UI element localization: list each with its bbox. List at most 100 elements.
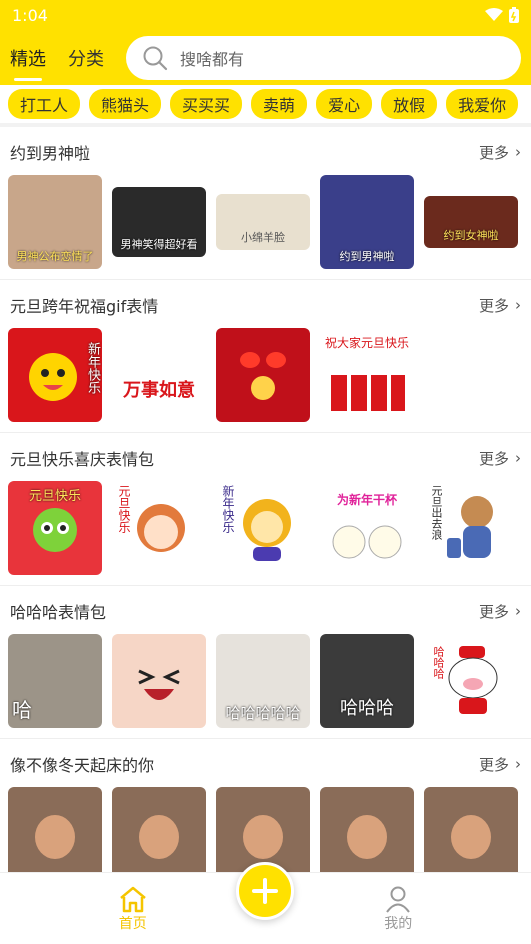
sticker-bear-travel[interactable]: 元旦出去浪 <box>424 481 518 575</box>
chevron-right-icon: › <box>515 602 521 620</box>
battery-icon <box>509 7 519 23</box>
monkey-icon <box>243 499 291 561</box>
sticker-cheers[interactable]: 为新年干杯 <box>320 481 414 575</box>
sticker-caption: 男神笑得超好看 <box>120 238 198 251</box>
status-icons <box>485 7 519 23</box>
face-icon <box>35 815 75 859</box>
sticker-caption: 为新年干杯 <box>336 493 397 507</box>
sticker-cat[interactable]: 男神公布恋情了 <box>8 175 102 269</box>
nav-mine-label: 我的 <box>384 915 413 932</box>
sticker-green-chick[interactable]: 元旦快乐 <box>8 481 102 575</box>
chevron-right-icon: › <box>515 755 521 773</box>
face-icon <box>139 815 179 859</box>
sticker-caption: 哈哈哈 <box>340 698 394 719</box>
more-button[interactable]: 更多 › <box>479 295 521 316</box>
section-title: 像不像冬天起床的你 <box>10 756 155 775</box>
tag-item[interactable]: 我爱你 <box>446 89 519 119</box>
tag-item[interactable]: 爱心 <box>316 89 373 119</box>
thumb-list: 新年快乐 万事如意 祝大家元旦快乐 <box>0 328 531 422</box>
more-label: 更多 <box>478 296 509 315</box>
face-icon <box>347 815 387 859</box>
search-icon <box>143 46 168 70</box>
firecracker-icon <box>331 375 405 411</box>
sticker-man-smile[interactable]: 男神笑得超好看 <box>112 187 206 257</box>
thumb-list: 哈 哈哈哈哈哈 哈哈哈 哈哈哈 <box>0 634 531 728</box>
chevron-right-icon: › <box>515 449 521 467</box>
section-title: 约到男神啦 <box>10 144 91 163</box>
sticker-caption: 哈哈哈哈哈 <box>225 704 301 722</box>
thumb-list: 元旦快乐 元旦快乐 新年快乐 为新年干杯 元旦出去浪 <box>0 481 531 575</box>
tab-category[interactable]: 分类 <box>68 45 104 71</box>
sticker-cartoon-girl[interactable]: 小绵羊脸 <box>216 194 310 250</box>
sticker-bald-man[interactable] <box>424 787 518 881</box>
tab-featured[interactable]: 精选 <box>10 45 46 81</box>
face-icon <box>451 815 491 859</box>
section-header: 元旦跨年祝福gif表情 更多 › <box>0 290 531 320</box>
sticker-cat-scream[interactable]: 哈哈哈哈哈 <box>216 634 310 728</box>
section-newyear-festive: 元旦快乐喜庆表情包 更多 › 元旦快乐 元旦快乐 新年快乐 为新年干杯 元旦出去浪 <box>0 433 531 586</box>
more-label: 更多 <box>478 143 509 162</box>
search-placeholder: 搜啥都有 <box>180 49 245 69</box>
sticker-caption: 新年快乐 <box>221 485 235 533</box>
sticker-yellow-cat[interactable]: 新年快乐 <box>8 328 102 422</box>
sticker-man-dance[interactable]: 约到男神啦 <box>320 175 414 269</box>
sticker-bald-man[interactable] <box>8 787 102 881</box>
chevron-right-icon: › <box>515 296 521 314</box>
nav-mine[interactable]: 我的 <box>358 885 438 933</box>
search-input[interactable]: 搜啥都有 <box>126 35 521 80</box>
tag-item[interactable]: 熊猫头 <box>89 89 162 119</box>
sticker-caption: 元旦出去浪 <box>430 485 443 540</box>
nav-home[interactable]: 首页 <box>93 885 173 933</box>
user-icon <box>386 886 411 913</box>
sticker-wanshi-ruyi[interactable]: 万事如意 <box>112 328 206 422</box>
sticker-caption: 元旦快乐 <box>117 485 131 533</box>
tag-item[interactable]: 打工人 <box>8 89 81 119</box>
status-time: 1:04 <box>12 5 48 25</box>
sticker-bald-man[interactable] <box>112 787 206 881</box>
more-label: 更多 <box>478 755 509 774</box>
section-header: 哈哈哈表情包 更多 › <box>0 596 531 626</box>
section-title: 元旦快乐喜庆表情包 <box>10 450 155 469</box>
top-bar: 精选 分类 搜啥都有 <box>0 30 531 85</box>
anime-face-icon <box>138 669 180 700</box>
sticker-laughing-cat[interactable]: 哈 <box>8 634 102 728</box>
sticker-cat-laugh[interactable]: 哈哈哈 <box>320 634 414 728</box>
sticker-anime-laugh[interactable] <box>112 634 206 728</box>
tag-item[interactable]: 买买买 <box>170 89 243 119</box>
sticker-cartoon-girl-2[interactable]: 元旦快乐 <box>112 481 206 575</box>
more-label: 更多 <box>478 602 509 621</box>
section-header: 元旦快乐喜庆表情包 更多 › <box>0 443 531 473</box>
sticker-caption: 元旦快乐 <box>28 489 81 504</box>
wifi-icon <box>485 8 503 21</box>
sticker-monkey[interactable]: 新年快乐 <box>216 481 310 575</box>
tag-list: 打工人 熊猫头 买买买 卖萌 爱心 放假 我爱你 <box>0 85 531 127</box>
section-date-crush: 约到男神啦 更多 › 男神公布恋情了 男神笑得超好看 小绵羊脸 约到男神啦 约到女… <box>0 127 531 280</box>
sticker-man-stage[interactable]: 约到女神啦 <box>424 196 518 248</box>
tag-item[interactable]: 卖萌 <box>251 89 308 119</box>
sticker-caption: 祝大家元旦快乐 <box>324 336 409 350</box>
sticker-lanterns[interactable] <box>216 328 310 422</box>
section-title: 哈哈哈表情包 <box>10 603 107 622</box>
section-title: 元旦跨年祝福gif表情 <box>10 297 159 316</box>
sticker-caption: 万事如意 <box>123 380 195 401</box>
more-button[interactable]: 更多 › <box>479 601 521 622</box>
sticker-caption: 新年快乐 <box>85 342 100 394</box>
section-haha: 哈哈哈表情包 更多 › 哈 哈哈哈哈哈 哈哈哈 哈哈哈 <box>0 586 531 739</box>
more-button[interactable]: 更多 › <box>479 448 521 469</box>
sticker-bald-man[interactable] <box>320 787 414 881</box>
plus-icon <box>252 878 278 904</box>
tag-item[interactable]: 放假 <box>381 89 438 119</box>
home-icon <box>119 886 146 912</box>
add-button[interactable] <box>236 862 294 920</box>
sticker-pig[interactable]: 哈哈哈 <box>424 634 518 728</box>
eggs-icon <box>332 525 402 559</box>
bear-icon <box>447 496 493 558</box>
sticker-caption: 哈哈哈 <box>432 646 445 679</box>
more-button[interactable]: 更多 › <box>479 754 521 775</box>
status-bar: 1:04 <box>0 0 531 30</box>
more-button[interactable]: 更多 › <box>479 142 521 163</box>
section-newyear-gif: 元旦跨年祝福gif表情 更多 › 新年快乐 万事如意 祝大家元旦快乐 <box>0 280 531 433</box>
sticker-firecrackers[interactable]: 祝大家元旦快乐 <box>320 328 414 422</box>
sticker-caption: 约到女神啦 <box>443 229 499 242</box>
more-label: 更多 <box>478 449 509 468</box>
